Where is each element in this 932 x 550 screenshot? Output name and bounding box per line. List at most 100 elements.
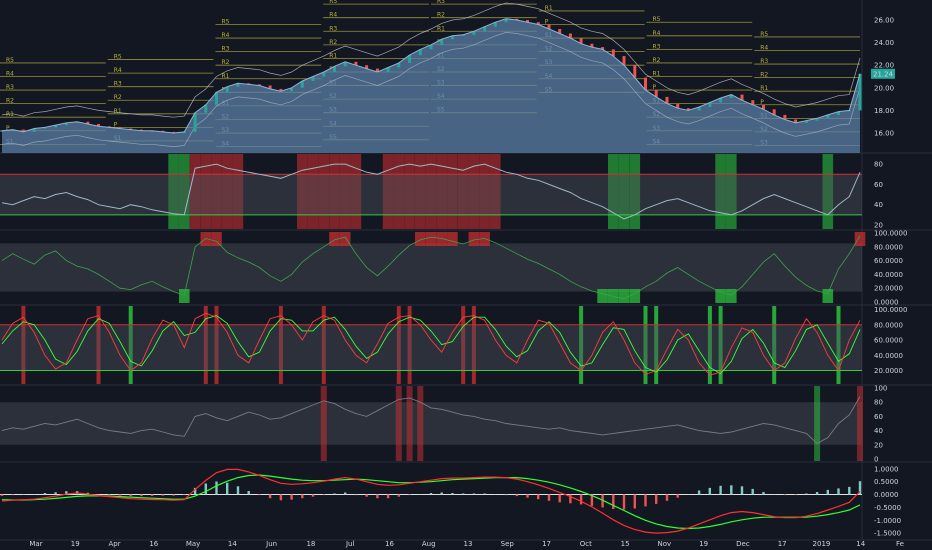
price-candle bbox=[858, 73, 862, 111]
osc4-zone-red bbox=[395, 386, 402, 461]
macd-histogram-bar bbox=[354, 494, 358, 496]
pivot-label: R2 bbox=[437, 12, 445, 19]
pivot-label: R1 bbox=[222, 73, 230, 80]
x-tick-label: Fe bbox=[896, 540, 904, 548]
pivot-label: R2 bbox=[222, 59, 230, 66]
osc2-zone-red bbox=[447, 232, 458, 246]
macd-histogram-bar bbox=[118, 494, 122, 496]
macd-histogram-bar bbox=[462, 493, 465, 495]
macd-histogram-bar bbox=[815, 492, 819, 495]
stoch-y-tick-label: 80.0000 bbox=[874, 321, 903, 329]
macd-histogram-bar bbox=[794, 494, 797, 496]
last-price-label: 21.24 bbox=[873, 70, 894, 78]
macd-histogram-bar bbox=[279, 494, 283, 501]
macd-histogram-bar bbox=[740, 486, 744, 495]
macd-histogram-bar bbox=[397, 494, 400, 497]
osc2-zone-green bbox=[618, 289, 630, 303]
x-tick-label: 15 bbox=[621, 540, 630, 548]
pivot-label: R3 bbox=[653, 43, 661, 50]
macd-y-tick-label: 1.0000 bbox=[874, 465, 899, 473]
x-tick-label: 17 bbox=[778, 540, 787, 548]
macd-histogram-bar bbox=[172, 494, 175, 496]
pivot-label: R2 bbox=[329, 39, 337, 46]
osc4-zone-red bbox=[406, 386, 413, 461]
pivot-label: R1 bbox=[114, 108, 122, 115]
pivot-label: P bbox=[545, 18, 549, 25]
macd-y-tick-label: -0.5000 bbox=[874, 504, 901, 512]
macd-histogram-bar bbox=[22, 494, 25, 495]
x-tick-label: 13 bbox=[464, 540, 473, 548]
macd-histogram-bar bbox=[665, 494, 669, 501]
osc2-zone-green bbox=[608, 289, 619, 303]
price-area bbox=[2, 18, 860, 153]
macd-histogram-bar bbox=[140, 494, 143, 497]
pivot-label: R3 bbox=[114, 81, 122, 88]
macd-histogram-bar bbox=[579, 494, 583, 505]
osc4-y-tick-label: 100 bbox=[874, 385, 887, 393]
osc4-zone-red bbox=[320, 386, 327, 461]
macd-histogram-bar bbox=[408, 494, 411, 496]
macd-y-tick-label: -1.5000 bbox=[874, 530, 901, 538]
osc4-y-tick-label: 40 bbox=[874, 427, 883, 435]
x-tick-label: Aug bbox=[422, 540, 436, 548]
macd-histogram-bar bbox=[719, 485, 722, 495]
macd-histogram-bar bbox=[537, 494, 540, 500]
chart-svg: R5R4R3R2R1PS1R5R4R3R2R1PS1R5R4R3R2R1PS1S… bbox=[0, 0, 932, 548]
macd-histogram-bar bbox=[11, 494, 14, 496]
macd-histogram-bar bbox=[311, 494, 315, 497]
pivot-label: R4 bbox=[329, 12, 337, 19]
pivot-label: R4 bbox=[114, 67, 122, 74]
stoch-y-tick-label: 100.0000 bbox=[874, 306, 907, 314]
pivot-label: R3 bbox=[6, 84, 14, 91]
macd-y-tick-label: 0.5000 bbox=[874, 478, 899, 486]
macd-histogram-bar bbox=[322, 494, 325, 496]
pivot-label: R3 bbox=[437, 0, 445, 5]
x-tick-label: 14 bbox=[856, 540, 865, 548]
macd-histogram-bar bbox=[697, 490, 701, 495]
macd-histogram-bar bbox=[268, 494, 272, 499]
macd-histogram-bar bbox=[773, 494, 776, 495]
macd-histogram-bar bbox=[826, 489, 829, 495]
pivot-label: P bbox=[114, 121, 118, 128]
macd-histogram-bar bbox=[376, 494, 379, 499]
macd-histogram-bar bbox=[515, 494, 518, 497]
macd-histogram-bar bbox=[526, 494, 529, 498]
pivot-label: R2 bbox=[114, 94, 122, 101]
macd-signal-line bbox=[1, 474, 861, 530]
osc1-y-tick-label: 80 bbox=[874, 161, 883, 169]
macd-histogram-bar bbox=[440, 492, 443, 495]
x-tick-label: Dec bbox=[736, 540, 750, 548]
osc4-y-tick-label: 20 bbox=[874, 441, 883, 449]
pivot-label: R4 bbox=[760, 44, 768, 51]
osc2-y-tick-label: 80.0000 bbox=[874, 243, 903, 251]
macd-histogram-bar bbox=[204, 483, 207, 495]
x-tick-label: Mar bbox=[29, 540, 42, 548]
osc2-zone-red bbox=[425, 232, 437, 246]
x-tick-label: 16 bbox=[149, 540, 158, 548]
macd-histogram-bar bbox=[247, 491, 250, 495]
price-y-tick-label: 22.00 bbox=[874, 62, 894, 70]
x-tick-label: 18 bbox=[306, 540, 315, 548]
price-y-tick-label: 24.00 bbox=[874, 39, 894, 47]
osc4-y-tick-label: 80 bbox=[874, 399, 883, 407]
osc4-zone-green bbox=[814, 386, 821, 461]
stoch-band bbox=[0, 324, 862, 371]
stoch-y-tick-label: 20.0000 bbox=[874, 367, 903, 375]
macd-histogram-bar bbox=[494, 494, 497, 495]
x-tick-label: 16 bbox=[385, 540, 394, 548]
macd-histogram-bar bbox=[183, 494, 186, 496]
macd-histogram-bar bbox=[365, 494, 368, 497]
osc4-y-tick-label: 60 bbox=[874, 413, 883, 421]
osc2-zone-red bbox=[436, 232, 447, 246]
macd-histogram-bar bbox=[108, 494, 111, 496]
macd-histogram-bar bbox=[236, 486, 240, 495]
macd-histogram-bar bbox=[226, 482, 229, 495]
price-y-tick-label: 18.00 bbox=[874, 107, 894, 115]
macd-histogram-bar bbox=[151, 494, 154, 496]
macd-histogram-bar bbox=[472, 493, 476, 495]
pivot-label: R3 bbox=[760, 58, 768, 65]
macd-histogram-bar bbox=[333, 493, 336, 495]
macd-histogram-bar bbox=[730, 485, 733, 495]
pivot-label: R2 bbox=[6, 98, 14, 105]
pivot-label: P bbox=[760, 99, 764, 106]
